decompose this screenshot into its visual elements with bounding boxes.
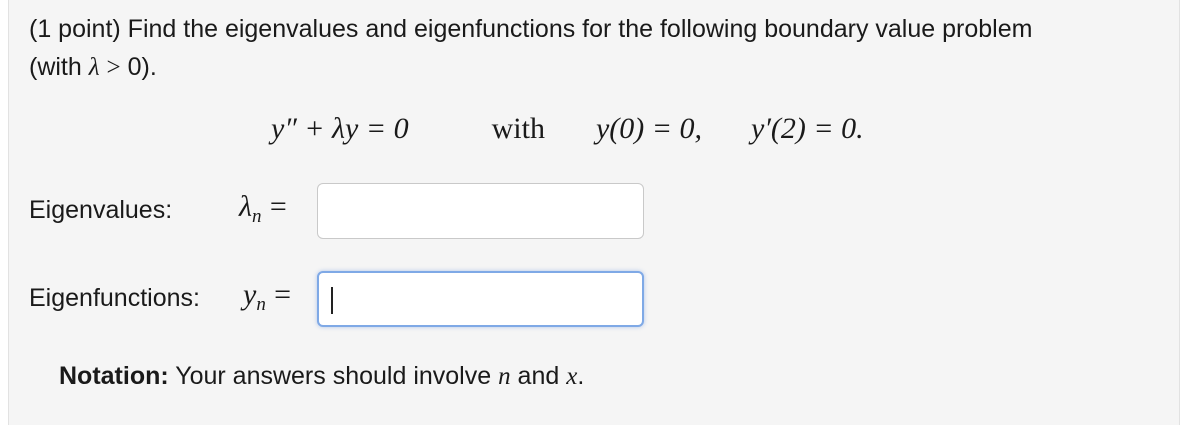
boundary-condition-2: y′(2) = 0.: [751, 112, 864, 145]
problem-text: Find the eigenvalues and eigenfunctions …: [127, 15, 1033, 43]
problem-panel: (1 point) Find the eigenvalues and eigen…: [8, 0, 1180, 425]
notation-var-n: n: [498, 363, 511, 390]
eigenfunction-symbol: yn =: [243, 278, 292, 315]
eigenfunctions-input[interactable]: [317, 271, 644, 327]
notation-note: Notation: Your answers should involve n …: [59, 362, 584, 391]
boundary-value-equation: y″ + λy = 0 with y(0) = 0, y′(2) = 0.: [271, 112, 864, 146]
boundary-condition-1: y(0) = 0,: [595, 112, 702, 145]
problem-condition-prefix: (with: [29, 53, 82, 81]
eigenvalues-input[interactable]: [317, 183, 644, 239]
with-word: with: [491, 112, 545, 145]
notation-period: .: [577, 362, 585, 390]
text-caret: [331, 287, 333, 314]
eigenfunctions-label: Eigenfunctions:: [29, 284, 200, 312]
notation-var-x: x: [566, 363, 578, 390]
greater-than-symbol: >: [106, 54, 121, 81]
problem-statement: (1 point) Find the eigenvalues and eigen…: [29, 10, 1169, 87]
notation-and: and: [517, 362, 560, 390]
ode-expression: y″ + λy = 0: [271, 112, 409, 145]
points-label: (1 point): [29, 15, 121, 43]
notation-label: Notation:: [59, 362, 169, 390]
eigenvalue-symbol: λn =: [239, 190, 287, 227]
notation-text: Your answers should involve: [175, 362, 492, 390]
problem-condition-suffix: 0).: [127, 53, 157, 81]
lambda-symbol: λ: [88, 54, 100, 81]
eigenvalues-label: Eigenvalues:: [29, 196, 173, 224]
